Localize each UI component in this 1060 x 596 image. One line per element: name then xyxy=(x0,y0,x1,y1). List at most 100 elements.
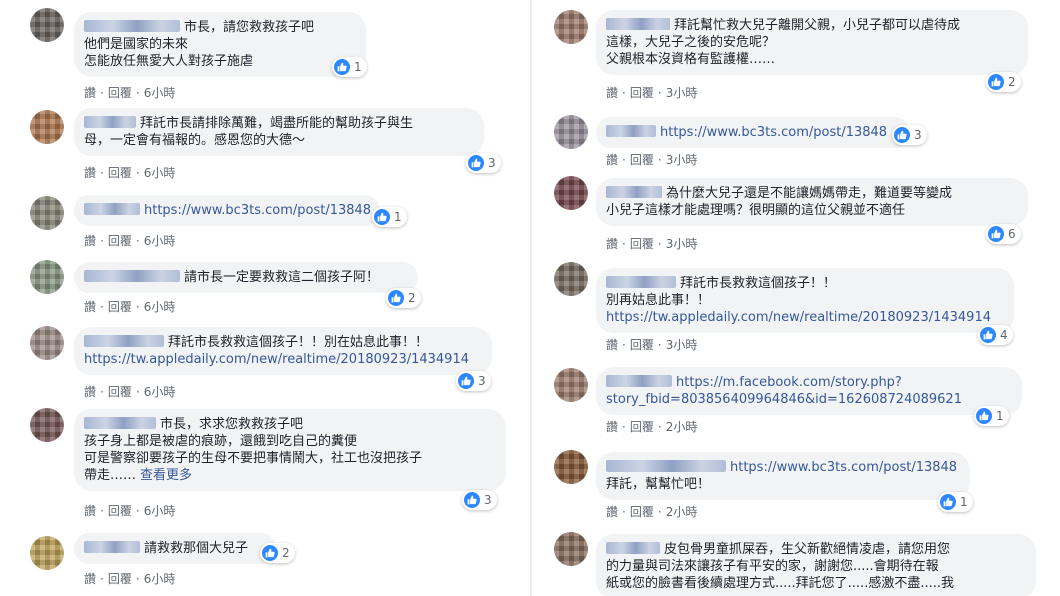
reaction-count[interactable]: 2 xyxy=(386,288,421,308)
comment-link[interactable]: https://tw.appledaily.com/new/realtime/2… xyxy=(84,352,469,367)
avatar[interactable] xyxy=(30,196,64,230)
comment-actions: 讚 · 回覆 · 3小時 xyxy=(606,84,697,101)
like-link[interactable]: 讚 xyxy=(84,572,96,586)
avatar[interactable] xyxy=(30,326,64,360)
reaction-count[interactable]: 3 xyxy=(462,490,497,510)
reply-link[interactable]: 回覆 xyxy=(630,153,654,167)
like-link[interactable]: 讚 xyxy=(84,234,96,248)
commenter-name-blurred[interactable] xyxy=(84,335,164,347)
like-link[interactable]: 讚 xyxy=(84,166,96,180)
avatar[interactable] xyxy=(554,450,588,484)
like-link[interactable]: 讚 xyxy=(606,237,618,251)
timestamp[interactable]: 6小時 xyxy=(144,166,176,180)
reply-link[interactable]: 回覆 xyxy=(630,86,654,100)
like-link[interactable]: 讚 xyxy=(84,300,96,314)
comment-link[interactable]: https://www.bc3ts.com/post/13848 xyxy=(730,460,957,475)
reply-link[interactable]: 回覆 xyxy=(630,237,654,251)
avatar[interactable] xyxy=(554,115,588,149)
separator-dot: · xyxy=(135,234,140,248)
comment-bubble: 市長，求求您救救孩子吧 孩子身上都是被虐的痕跡，還餓到吃自己的糞便 可是警察卻要孩子… xyxy=(74,409,506,491)
comment-link[interactable]: https://www.bc3ts.com/post/13848 xyxy=(144,203,371,218)
reaction-count[interactable]: 1 xyxy=(938,492,973,512)
timestamp[interactable]: 3小時 xyxy=(666,338,698,352)
reply-link[interactable]: 回覆 xyxy=(108,504,132,518)
like-link[interactable]: 讚 xyxy=(606,505,618,519)
like-link[interactable]: 讚 xyxy=(606,420,618,434)
timestamp[interactable]: 6小時 xyxy=(144,504,176,518)
like-link[interactable]: 讚 xyxy=(606,86,618,100)
avatar[interactable] xyxy=(554,532,588,566)
like-link[interactable]: 讚 xyxy=(84,385,96,399)
separator-dot: · xyxy=(622,420,626,434)
timestamp[interactable]: 6小時 xyxy=(144,385,176,399)
thumbs-up-icon xyxy=(374,209,390,225)
reaction-count[interactable]: 6 xyxy=(986,224,1021,244)
avatar[interactable] xyxy=(30,8,64,42)
commenter-name-blurred[interactable] xyxy=(606,375,672,387)
commenter-name-blurred[interactable] xyxy=(606,460,726,472)
avatar[interactable] xyxy=(30,408,64,442)
like-link[interactable]: 讚 xyxy=(606,338,618,352)
comment-text: 可是警察卻要孩子的生母不要把事情鬧大，社工也沒把孩子 xyxy=(84,451,423,466)
commenter-name-blurred[interactable] xyxy=(84,203,140,215)
reaction-count[interactable]: 1 xyxy=(372,207,407,227)
commenter-name-blurred[interactable] xyxy=(606,18,670,30)
timestamp[interactable]: 6小時 xyxy=(144,86,176,100)
reply-link[interactable]: 回覆 xyxy=(108,385,132,399)
commenter-name-blurred[interactable] xyxy=(606,125,656,137)
timestamp[interactable]: 3小時 xyxy=(666,86,698,100)
commenter-name-blurred[interactable] xyxy=(84,541,140,553)
reaction-count[interactable]: 1 xyxy=(332,57,367,77)
commenter-name-blurred[interactable] xyxy=(84,20,180,32)
timestamp[interactable]: 6小時 xyxy=(144,300,176,314)
timestamp[interactable]: 6小時 xyxy=(144,572,176,586)
reaction-count[interactable]: 3 xyxy=(892,125,927,145)
reply-link[interactable]: 回覆 xyxy=(630,338,654,352)
avatar[interactable] xyxy=(30,536,64,570)
reaction-count[interactable]: 4 xyxy=(978,325,1013,345)
reaction-number: 1 xyxy=(354,60,362,74)
timestamp[interactable]: 6小時 xyxy=(144,234,176,248)
comment-link[interactable]: story_fbid=803856409964846&id=1626087240… xyxy=(606,392,962,407)
reply-link[interactable]: 回覆 xyxy=(630,420,654,434)
avatar[interactable] xyxy=(554,176,588,210)
like-link[interactable]: 讚 xyxy=(606,153,618,167)
timestamp[interactable]: 2小時 xyxy=(666,420,698,434)
reply-link[interactable]: 回覆 xyxy=(108,166,132,180)
reaction-number: 1 xyxy=(960,495,968,509)
avatar[interactable] xyxy=(30,110,64,144)
timestamp[interactable]: 3小時 xyxy=(666,237,698,251)
reply-link[interactable]: 回覆 xyxy=(108,234,132,248)
reply-link[interactable]: 回覆 xyxy=(108,86,132,100)
reaction-count[interactable]: 2 xyxy=(986,72,1021,92)
avatar[interactable] xyxy=(554,10,588,44)
reaction-count[interactable]: 3 xyxy=(456,371,491,391)
commenter-name-blurred[interactable] xyxy=(606,276,676,288)
comment-actions: 讚 · 回覆 · 6小時 xyxy=(84,84,175,101)
avatar[interactable] xyxy=(554,368,588,402)
commenter-name-blurred[interactable] xyxy=(606,542,660,554)
comment-text: 孩子身上都是被虐的痕跡，還餓到吃自己的糞便 xyxy=(84,434,358,449)
commenter-name-blurred[interactable] xyxy=(606,186,662,198)
comment-link[interactable]: https://tw.appledaily.com/new/realtime/2… xyxy=(606,310,991,325)
comment-link[interactable]: https://m.facebook.com/story.php? xyxy=(676,375,902,390)
thumbs-up-icon xyxy=(988,226,1004,242)
commenter-name-blurred[interactable] xyxy=(84,270,180,282)
like-link[interactable]: 讚 xyxy=(84,504,96,518)
see-more-link[interactable]: 查看更多 xyxy=(140,468,192,483)
timestamp[interactable]: 3小時 xyxy=(666,153,698,167)
reaction-count[interactable]: 3 xyxy=(466,153,501,173)
avatar[interactable] xyxy=(554,262,588,296)
reply-link[interactable]: 回覆 xyxy=(108,572,132,586)
comment-link[interactable]: https://www.bc3ts.com/post/13848 xyxy=(660,125,887,140)
like-link[interactable]: 讚 xyxy=(84,86,96,100)
commenter-name-blurred[interactable] xyxy=(84,417,156,429)
thumbs-up-icon xyxy=(988,74,1004,90)
reply-link[interactable]: 回覆 xyxy=(630,505,654,519)
reaction-count[interactable]: 1 xyxy=(974,406,1009,426)
avatar[interactable] xyxy=(30,260,64,294)
timestamp[interactable]: 2小時 xyxy=(666,505,698,519)
commenter-name-blurred[interactable] xyxy=(84,116,136,128)
reply-link[interactable]: 回覆 xyxy=(108,300,132,314)
reaction-count[interactable]: 2 xyxy=(260,543,295,563)
